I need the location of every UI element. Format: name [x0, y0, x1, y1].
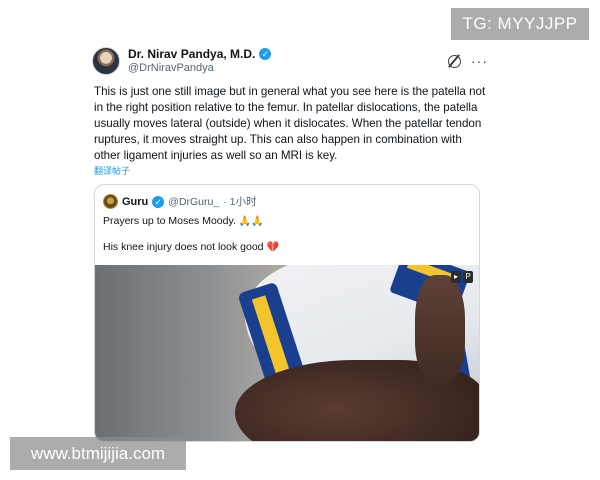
media-badges: ▸ P: [451, 271, 473, 283]
more-options-icon[interactable]: ···: [471, 53, 488, 69]
media-badge-play-icon: ▸: [451, 271, 461, 283]
praying-hands-icon: 🙏🙏: [238, 216, 264, 227]
quoted-tweet-header: Guru ✓ @DrGuru_ · 1小时: [103, 194, 256, 209]
quoted-line-2-text: His knee injury does not look good: [103, 241, 267, 253]
translate-post-link[interactable]: 翻译帖子: [94, 164, 130, 177]
quoted-verified-badge-icon: ✓: [152, 195, 165, 208]
broken-heart-icon: 💔: [266, 242, 279, 253]
tweet-body-text: This is just one still image but in gene…: [94, 85, 486, 162]
tweet-actions: ···: [448, 53, 488, 69]
quoted-line-1-text: Prayers up to Moses Moody.: [103, 215, 239, 227]
quoted-author-avatar[interactable]: [103, 194, 118, 209]
watermark-website: www.btmijijia.com: [10, 437, 186, 470]
media-badge-p-icon: P: [463, 271, 473, 283]
author-avatar[interactable]: [92, 47, 120, 75]
quoted-tweet[interactable]: Guru ✓ @DrGuru_ · 1小时 Prayers up to Mose…: [94, 184, 480, 442]
quoted-author-handle[interactable]: @DrGuru_: [168, 196, 219, 208]
author-name-line: Dr. Nirav Pandya, M.D. ✓: [128, 47, 272, 61]
tweet-author-row: Dr. Nirav Pandya, M.D. ✓ @DrNiravPandya …: [92, 42, 488, 80]
tweet-card[interactable]: Dr. Nirav Pandya, M.D. ✓ @DrNiravPandya …: [82, 34, 496, 454]
quoted-tweet-image[interactable]: ▸ P: [95, 265, 479, 441]
author-names: Dr. Nirav Pandya, M.D. ✓ @DrNiravPandya: [128, 47, 272, 75]
quoted-tweet-line-2: His knee injury does not look good 💔: [103, 241, 279, 253]
quoted-tweet-time[interactable]: · 1小时: [223, 194, 256, 209]
quoted-author-name[interactable]: Guru: [122, 196, 148, 208]
author-handle[interactable]: @DrNiravPandya: [128, 61, 271, 75]
hand-shape: [415, 275, 465, 385]
watermark-telegram: TG: MYYJJPP: [451, 8, 589, 40]
author-display-name[interactable]: Dr. Nirav Pandya, M.D.: [128, 47, 255, 61]
grok-icon[interactable]: [448, 54, 461, 68]
quoted-tweet-line-1: Prayers up to Moses Moody. 🙏🙏: [103, 215, 264, 227]
verified-badge-icon: ✓: [259, 48, 272, 60]
